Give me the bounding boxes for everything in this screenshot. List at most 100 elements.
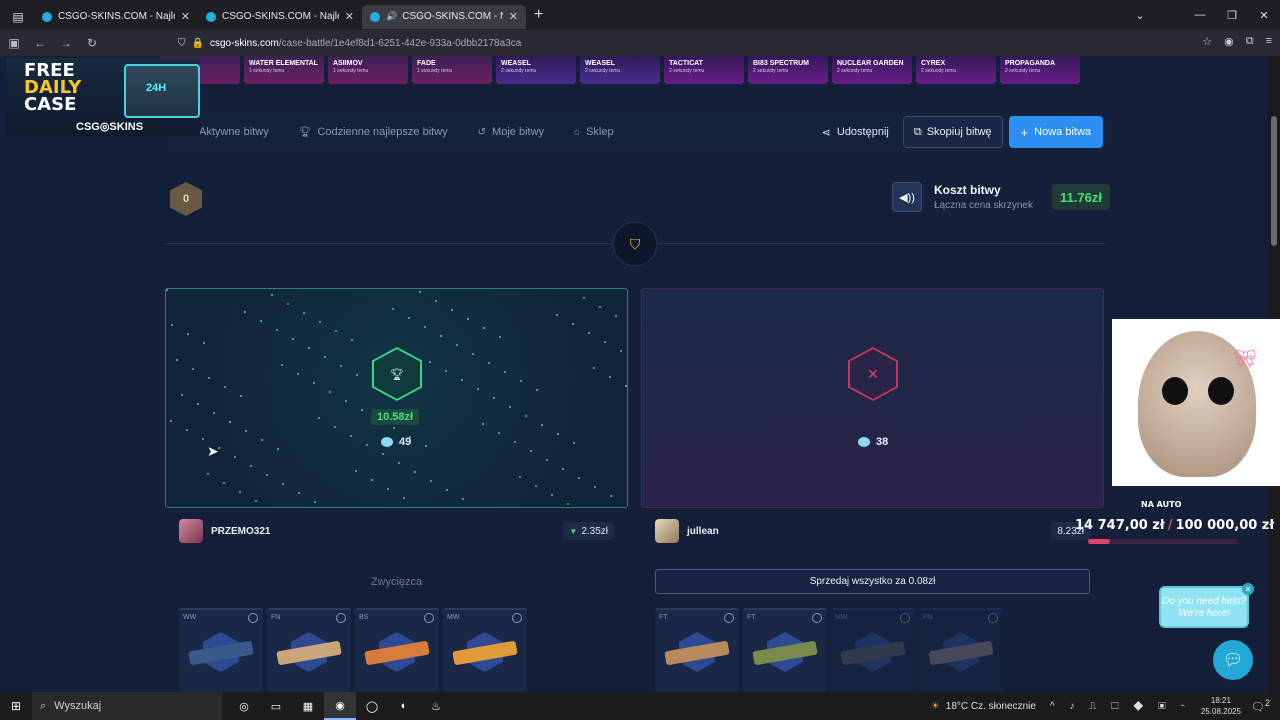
skin-item[interactable]: MW xyxy=(443,608,527,692)
drop-name: WEASEL xyxy=(585,60,615,67)
skin-item[interactable]: MW xyxy=(831,608,915,692)
menu-label: Sklep xyxy=(586,126,614,138)
cost-title: Koszt bitwy xyxy=(934,183,1001,197)
skin-item[interactable]: FT xyxy=(743,608,827,692)
checkbox-icon[interactable] xyxy=(248,613,258,623)
account-icon[interactable]: ◉ xyxy=(1224,35,1234,48)
drop-card[interactable]: ASIIMOV 1 sekundy temu xyxy=(328,56,408,84)
skin-item[interactable]: FT xyxy=(655,608,739,692)
goal-balance: 14 747,00 zł/100 000,00 zł xyxy=(1075,518,1274,533)
player-name[interactable]: jullean xyxy=(687,526,719,537)
forward-icon[interactable]: → xyxy=(54,36,78,50)
taskbar-clock[interactable]: 18:21 25.08.2025 xyxy=(1201,695,1241,717)
close-window-icon[interactable]: ✕ xyxy=(1248,9,1280,22)
extensions-icon[interactable]: ⧉ xyxy=(1246,35,1254,48)
menu-daily-best[interactable]: 🏆︎ Codzienne najlepsze bitwy xyxy=(299,126,448,138)
copy-battle-button[interactable]: ⧉ Skopiuj bitwę xyxy=(902,116,1003,148)
checkbox-icon[interactable] xyxy=(424,613,434,623)
skin-item[interactable]: FN xyxy=(267,608,351,692)
app-icon-chrome[interactable]: ◎ xyxy=(228,692,260,720)
app-icon-obs[interactable]: ◐ xyxy=(388,692,420,720)
drop-card[interactable]: TACTICAT 2 sekundy temu xyxy=(664,56,744,84)
drop-time: 1 sekundy temu xyxy=(333,68,369,74)
sound-toggle-button[interactable]: ◀)) xyxy=(892,182,922,212)
search-icon: ⌕ xyxy=(40,699,47,712)
weather-widget[interactable]: ☀ 18°C Cz. słonecznie xyxy=(931,701,1036,712)
balance-current: 14 747,00 zł xyxy=(1075,518,1165,533)
close-tab-icon[interactable]: ✕ xyxy=(181,10,190,23)
checkbox-icon[interactable] xyxy=(988,613,998,623)
browser-tab-2[interactable]: CSGO-SKINS.COM - Najlepsze s ✕ xyxy=(198,5,362,29)
hamster-sticker: 🎀︎ xyxy=(1112,319,1280,486)
drop-card[interactable]: WATER ELEMENTAL 1 sekundy temu xyxy=(244,56,324,84)
app-icon-folder[interactable]: ▭ xyxy=(260,692,292,720)
checkbox-icon[interactable] xyxy=(724,613,734,623)
chat-button[interactable]: 💬︎ xyxy=(1213,640,1253,680)
menu-shop[interactable]: ⌂ Sklep xyxy=(574,126,614,138)
drop-card[interactable]: PROPAGANDA 2 sekundy temu xyxy=(1000,56,1080,84)
player-name[interactable]: PRZEMO321 xyxy=(211,526,270,537)
chat-text-2: We're here! xyxy=(1178,608,1230,619)
chat-close-icon[interactable]: ✕ xyxy=(1242,583,1254,595)
windows-start-icon[interactable]: ⊞ xyxy=(0,699,32,713)
skin-item[interactable]: FN xyxy=(919,608,1003,692)
avatar[interactable] xyxy=(179,519,203,543)
drop-card[interactable]: CYREX 2 sekundy temu xyxy=(916,56,996,84)
checkbox-icon[interactable] xyxy=(812,613,822,623)
free-daily-case-promo[interactable]: FREE DAILY CASE 24H CSG◎SKINS xyxy=(6,58,200,136)
plus-icon: + xyxy=(1020,124,1029,140)
drop-time: 2 sekundy temu xyxy=(921,68,957,74)
drop-card[interactable]: WEASEL 2 sekundy temu xyxy=(580,56,660,84)
balance-target: 100 000,00 zł xyxy=(1175,518,1275,533)
app-icon-steam[interactable]: ♨ xyxy=(420,692,452,720)
taskbar-search[interactable]: ⌕ Wyszukaj xyxy=(32,692,222,720)
chat-prompt[interactable]: Do you need help? We're here! xyxy=(1159,586,1249,628)
share-button[interactable]: ⋖ Udostępnij xyxy=(822,126,889,139)
close-tab-icon[interactable]: ✕ xyxy=(509,10,518,23)
app-icon-opera[interactable]: ◯ xyxy=(356,692,388,720)
drop-card[interactable]: NUCLEAR GARDEN 2 sekundy temu xyxy=(832,56,912,84)
coins-count: 49 xyxy=(381,436,411,448)
bookmark-star-icon[interactable]: ☆ xyxy=(1202,35,1212,48)
cost-subtitle: Łączna cena skrzynek xyxy=(934,200,1033,211)
sell-all-button[interactable]: Sprzedaj wszystko za 0.08zł xyxy=(655,569,1090,594)
tray-icons[interactable]: ^ ♪ ⎍ ☐ ◆ ▣ ⌁ xyxy=(1050,701,1191,712)
checkbox-icon[interactable] xyxy=(336,613,346,623)
close-tab-icon[interactable]: ✕ xyxy=(345,10,354,23)
minimize-icon[interactable]: — xyxy=(1184,9,1216,21)
new-tab-icon[interactable]: + xyxy=(534,6,543,24)
speaker-icon[interactable]: 🔊 xyxy=(386,11,397,22)
url-bar[interactable]: ⛉ 🔒 csgo-skins.com /case-battle/1e4ef8d1… xyxy=(178,33,1128,53)
reload-icon[interactable]: ↻ xyxy=(80,36,104,50)
chest-label: 24H xyxy=(146,82,167,94)
tab-list-icon[interactable]: ▤ xyxy=(6,5,30,29)
menu-my-battles[interactable]: ↺ Moje bitwy xyxy=(478,126,544,138)
lock-icon[interactable]: 🔒 xyxy=(192,38,204,49)
browser-tab-1[interactable]: CSGO-SKINS.COM - Najlepsze s ✕ xyxy=(34,5,198,29)
skin-item[interactable]: WW xyxy=(179,608,263,692)
drop-card[interactable]: BI83 SPECTRUM 2 sekundy temu xyxy=(748,56,828,84)
app-icon-firefox[interactable]: ◉ xyxy=(324,692,356,720)
cost-value: 11.76zł xyxy=(1052,184,1110,210)
sidebar-toggle-icon[interactable]: ▣ xyxy=(2,36,26,50)
checkbox-icon[interactable] xyxy=(512,613,522,623)
shield-icon[interactable]: ⛉ xyxy=(178,38,186,49)
skin-item[interactable]: BS xyxy=(355,608,439,692)
drop-card[interactable]: WEASEL 2 sekundy temu xyxy=(496,56,576,84)
menu-icon[interactable]: ≡ xyxy=(1266,35,1272,48)
back-icon[interactable]: ← xyxy=(28,36,52,50)
checkbox-icon[interactable] xyxy=(900,613,910,623)
menu-active-battles[interactable]: Aktywne bitwy xyxy=(199,126,269,138)
balance-separator: / xyxy=(1167,518,1173,533)
app-icon-epic[interactable]: ▦ xyxy=(292,692,324,720)
restore-icon[interactable]: ❐ xyxy=(1216,9,1248,22)
new-battle-button[interactable]: + Nowa bitwa xyxy=(1008,116,1103,148)
scrollbar-thumb[interactable] xyxy=(1271,116,1277,246)
avatar[interactable] xyxy=(655,519,679,543)
notifications-icon[interactable]: 🗨︎2 xyxy=(1251,698,1270,714)
browser-tab-3[interactable]: 🔊 CSGO-SKINS.COM - Najlep ✕ xyxy=(362,4,526,29)
drop-card[interactable]: FADE 1 sekundy temu xyxy=(412,56,492,84)
chevron-down-icon[interactable]: ⌄ xyxy=(1124,9,1156,22)
drop-name: PROPAGANDA xyxy=(1005,60,1056,67)
brand-logo: CSG◎SKINS xyxy=(76,121,144,133)
